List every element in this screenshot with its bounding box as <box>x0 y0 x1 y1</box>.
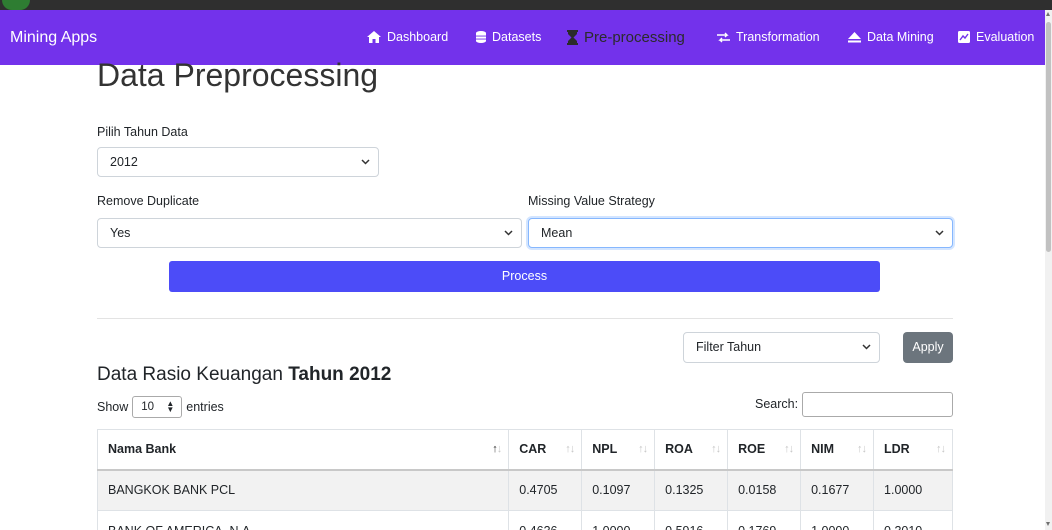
eject-icon <box>848 31 861 42</box>
nav-transformation-label: Transformation <box>736 30 820 44</box>
sort-arrows-icon: ↑↓ <box>784 443 794 455</box>
cell-ldr: 0.3010 <box>873 510 953 530</box>
year-label: Pilih Tahun Data <box>97 125 188 139</box>
sort-arrows-icon: ↑↓ <box>565 443 575 455</box>
scroll-down-arrow-icon[interactable] <box>1046 522 1050 526</box>
cell-npl: 1.0000 <box>581 510 655 530</box>
entries-label: entries <box>186 400 224 414</box>
nav-dashboard-label: Dashboard <box>387 30 449 44</box>
nav-evaluation-label: Evaluation <box>976 30 1035 44</box>
section-divider <box>97 318 953 319</box>
process-button[interactable]: Process <box>169 261 880 292</box>
cell-car: 0.4705 <box>508 469 582 511</box>
entries-select-value: 10 <box>141 401 155 413</box>
column-header-roe[interactable]: ROE ↑↓ <box>727 429 801 471</box>
column-label: ROA <box>665 442 693 457</box>
entries-select[interactable]: 10 ▲ ▼ <box>132 396 183 418</box>
table-title-year: Tahun 2012 <box>288 364 392 385</box>
search-label: Search: <box>755 397 799 411</box>
missing-value-value: Mean <box>541 226 573 240</box>
table-header-row: Nama Bank ↑↓ CAR ↑↓ NPL ↑↓ ROA ↑↓ ROE ↑↓ NIM ↑… <box>96 429 953 471</box>
brand-link[interactable]: Mining Apps <box>10 29 97 47</box>
column-header-nama-bank[interactable]: Nama Bank ↑↓ <box>96 429 509 471</box>
home-icon <box>367 31 381 43</box>
chevron-down-icon <box>361 159 370 165</box>
database-icon <box>476 31 486 43</box>
column-header-nim[interactable]: NIM ↑↓ <box>800 429 874 471</box>
cell-npl: 0.1097 <box>581 469 655 511</box>
table-title-prefix: Data Rasio Keuangan <box>97 364 283 385</box>
cell-nim: 1.0000 <box>800 510 874 530</box>
column-label: NIM <box>811 442 834 457</box>
remove-duplicate-select[interactable]: Yes <box>97 218 522 248</box>
chart-icon <box>958 31 970 43</box>
column-header-ldr[interactable]: LDR ↑↓ <box>873 429 953 471</box>
cell-nim: 0.1677 <box>800 469 874 511</box>
nav-dashboard[interactable]: Dashboard <box>367 30 448 44</box>
table-row: BANK OF AMERICA, N.A 0.4636 1.0000 0.591… <box>96 510 953 530</box>
cell-bank-name: BANK OF AMERICA, N.A <box>96 510 509 530</box>
table-row: BANGKOK BANK PCL 0.4705 0.1097 0.1325 0.… <box>96 469 953 511</box>
missing-value-label: Missing Value Strategy <box>528 194 655 208</box>
cell-bank-name: BANGKOK BANK PCL <box>96 469 509 511</box>
nav-preprocessing-label: Pre-processing <box>584 29 685 46</box>
nav-evaluation[interactable]: Evaluation <box>958 30 1034 44</box>
sort-arrows-icon: ↑↓ <box>936 443 946 455</box>
cell-roa: 0.5916 <box>654 510 728 530</box>
nav-transformation[interactable]: Transformation <box>717 30 820 44</box>
scrollbar-thumb[interactable] <box>1046 22 1051 252</box>
page-title: Data Preprocessing <box>97 57 379 93</box>
apply-button[interactable]: Apply <box>903 332 953 363</box>
nav-data-mining-label: Data Mining <box>867 30 934 44</box>
scroll-up-arrow-icon[interactable] <box>1046 12 1050 16</box>
window-top-strip <box>0 0 1052 10</box>
column-header-car[interactable]: CAR ↑↓ <box>508 429 582 471</box>
data-table: Nama Bank ↑↓ CAR ↑↓ NPL ↑↓ ROA ↑↓ ROE ↑↓ NIM ↑… <box>96 429 953 530</box>
nav-datasets[interactable]: Datasets <box>476 30 541 44</box>
chevron-down-icon <box>504 230 513 236</box>
sort-arrows-icon: ↑↓ <box>857 443 867 455</box>
up-down-icon: ▲ ▼ <box>166 399 175 414</box>
vertical-scrollbar[interactable] <box>1045 10 1052 530</box>
table-section-title: Data Rasio Keuangan Tahun 2012 <box>97 364 391 386</box>
arrows-exchange-icon <box>717 32 730 42</box>
missing-value-select[interactable]: Mean <box>528 218 953 248</box>
nav-preprocessing[interactable]: Pre-processing <box>567 29 685 46</box>
column-label: ROE <box>738 442 766 457</box>
column-header-roa[interactable]: ROA ↑↓ <box>654 429 728 471</box>
sort-arrows-icon: ↑↓ <box>711 443 721 455</box>
column-label: Nama Bank <box>108 442 177 457</box>
filter-year-value: Filter Tahun <box>696 340 762 354</box>
remove-duplicate-value: Yes <box>110 226 131 240</box>
sort-arrows-icon: ↑↓ <box>638 443 648 455</box>
year-select-value: 2012 <box>110 155 138 169</box>
search-input[interactable] <box>802 392 953 417</box>
chevron-down-icon <box>935 230 944 236</box>
show-label: Show <box>97 400 129 414</box>
nav-datasets-label: Datasets <box>492 30 542 44</box>
sort-arrows-icon: ↑↓ <box>492 443 502 455</box>
filter-year-select[interactable]: Filter Tahun <box>683 332 880 363</box>
column-label: NPL <box>592 442 618 457</box>
cell-ldr: 1.0000 <box>873 469 953 511</box>
column-label: CAR <box>519 442 547 457</box>
remove-duplicate-label: Remove Duplicate <box>97 194 200 208</box>
cell-roe: 0.0158 <box>727 469 801 511</box>
column-header-npl[interactable]: NPL ↑↓ <box>581 429 655 471</box>
year-select[interactable]: 2012 <box>97 147 379 177</box>
chevron-down-icon <box>862 344 871 350</box>
app-logo <box>2 0 30 10</box>
hourglass-icon <box>567 30 578 45</box>
entries-length-control: Show 10 ▲ ▼ entries <box>97 396 224 418</box>
cell-car: 0.4636 <box>508 510 582 530</box>
nav-data-mining[interactable]: Data Mining <box>848 30 934 44</box>
cell-roe: 0.1769 <box>727 510 801 530</box>
cell-roa: 0.1325 <box>654 469 728 511</box>
column-label: LDR <box>884 442 910 457</box>
